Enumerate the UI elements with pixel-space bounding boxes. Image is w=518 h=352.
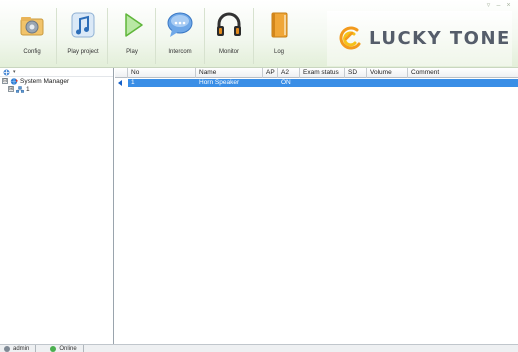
status-user: admin xyxy=(0,345,29,352)
minimize-icon[interactable]: – xyxy=(495,2,502,9)
brand-name: LUCKY TONE xyxy=(369,28,511,49)
play-project-button[interactable]: Play project xyxy=(59,10,107,65)
row-indicator-cell xyxy=(115,79,128,87)
music-note-icon xyxy=(71,12,95,38)
cell-a2: ON xyxy=(281,79,291,86)
table-row[interactable]: 1 Horn Speaker ON xyxy=(115,79,518,87)
cell-exam-status xyxy=(300,79,345,87)
intercom-label: Intercom xyxy=(168,49,192,55)
header-name[interactable]: Name xyxy=(196,68,263,78)
config-button[interactable]: Config xyxy=(8,10,56,65)
chevron-down-icon[interactable]: ▾ xyxy=(13,69,16,75)
cell-sd xyxy=(345,79,367,87)
brand-logo: LUCKY TONE xyxy=(327,11,512,66)
log-label: Log xyxy=(273,49,284,55)
pin-icon[interactable]: ▿ xyxy=(485,2,492,9)
table-header: No Name AP A2 Exam status SD Volume Comm… xyxy=(115,68,518,78)
online-icon xyxy=(50,345,57,352)
header-exam-status[interactable]: Exam status xyxy=(300,68,345,78)
tree-toolbar: ▾ xyxy=(0,68,113,77)
log-button[interactable]: Log xyxy=(255,10,303,65)
play-project-label: Play project xyxy=(67,49,99,55)
cell-no: 1 xyxy=(131,79,135,86)
play-button[interactable]: Play xyxy=(108,10,156,65)
monitor-label: Monitor xyxy=(218,49,239,55)
play-triangle-icon xyxy=(125,13,143,37)
tree-node-1[interactable]: ⊞ 1 xyxy=(0,85,113,93)
device-tree-panel: ▾ ⊟ System Manager ⊞ 1 xyxy=(0,68,114,344)
play-label: Play xyxy=(126,49,138,55)
tree-node-label: 1 xyxy=(26,85,30,93)
lucky-tone-logo-icon xyxy=(339,26,361,49)
status-user-label: admin xyxy=(13,345,30,352)
header-sd[interactable]: SD xyxy=(345,68,367,78)
close-icon[interactable]: × xyxy=(505,2,512,9)
header-a2[interactable]: A2 xyxy=(278,68,300,78)
monitor-button[interactable]: Monitor xyxy=(205,10,253,65)
row-pointer-icon xyxy=(118,80,122,86)
globe-network-icon xyxy=(10,77,18,85)
window-controls: ▿ – × xyxy=(485,2,512,9)
expand-icon[interactable]: ⊞ xyxy=(8,86,14,92)
cell-comment xyxy=(408,79,518,87)
header-comment[interactable]: Comment xyxy=(408,68,518,78)
network-node-icon xyxy=(16,85,24,93)
cell-ap xyxy=(263,79,278,87)
header-volume[interactable]: Volume xyxy=(367,68,408,78)
cell-name: Horn Speaker xyxy=(199,79,240,86)
speech-bubble-icon xyxy=(167,12,193,37)
status-connection-label: Online xyxy=(59,345,77,352)
header-ap[interactable]: AP xyxy=(263,68,278,78)
header-indicator-col xyxy=(115,68,128,78)
tree-view-icon[interactable] xyxy=(3,69,10,76)
cell-volume xyxy=(367,79,408,87)
config-label: Config xyxy=(23,49,41,55)
headphones-icon xyxy=(217,12,241,36)
status-connection: Online xyxy=(36,345,77,352)
gear-folder-icon xyxy=(20,17,44,36)
header-no[interactable]: No xyxy=(128,68,196,78)
device-table: No Name AP A2 Exam status SD Volume Comm… xyxy=(115,68,518,344)
main-toolbar: Config Play project Play Intercom Monito… xyxy=(0,0,518,68)
tree-node-label: System Manager xyxy=(20,77,70,85)
intercom-button[interactable]: Intercom xyxy=(156,10,204,65)
tree-node-system-manager[interactable]: ⊟ System Manager xyxy=(0,77,113,85)
user-icon xyxy=(4,345,10,352)
book-icon xyxy=(271,12,288,38)
status-bar: admin Online xyxy=(0,344,518,352)
collapse-icon[interactable]: ⊟ xyxy=(2,78,8,84)
